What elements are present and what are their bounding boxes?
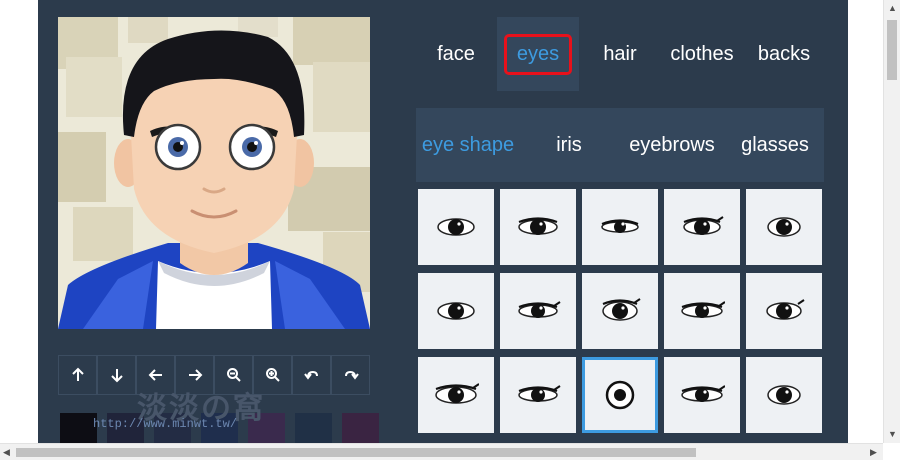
eye-shape-option[interactable]: [746, 273, 822, 349]
move-up-button[interactable]: [58, 355, 97, 395]
tab-clothes[interactable]: clothes: [661, 17, 743, 91]
arrow-down-icon: [110, 369, 123, 383]
subtab-eyebrows-label: eyebrows: [629, 133, 715, 156]
eye-shape-option[interactable]: [582, 357, 658, 433]
scroll-down-icon[interactable]: ▼: [888, 430, 897, 439]
eye-shape-icon: [767, 385, 801, 405]
subcategory-bar: eye shape iris eyebrows glasses: [416, 108, 824, 182]
eye-shape-option[interactable]: [418, 273, 494, 349]
eye-shape-option[interactable]: [664, 273, 740, 349]
arrow-left-icon: [148, 369, 162, 381]
eye-shape-option[interactable]: [418, 189, 494, 265]
eye-shape-option[interactable]: [500, 357, 576, 433]
tab-hair[interactable]: hair: [580, 17, 660, 91]
eye-shape-icon: [605, 380, 635, 410]
eye-shape-icon: [437, 218, 475, 236]
tab-eyes[interactable]: eyes: [497, 17, 579, 91]
tab-backs[interactable]: backs: [744, 17, 824, 91]
scroll-right-icon[interactable]: ▶: [870, 448, 877, 457]
eye-shape-option[interactable]: [582, 189, 658, 265]
eye-shape-icon: [601, 219, 639, 233]
arrow-right-icon: [188, 369, 202, 381]
color-swatch[interactable]: [295, 413, 332, 443]
scroll-up-icon[interactable]: ▲: [888, 4, 897, 13]
eye-shape-option[interactable]: [500, 273, 576, 349]
eye-shape-icon: [766, 299, 805, 320]
tab-clothes-label: clothes: [670, 42, 734, 65]
color-swatch[interactable]: [342, 413, 379, 443]
eye-shape-option[interactable]: [664, 189, 740, 265]
eye-shape-icon: [683, 216, 724, 235]
tab-eyes-label: eyes: [503, 33, 573, 75]
subtab-glasses-label: glasses: [741, 133, 809, 156]
subtab-iris[interactable]: iris: [520, 108, 618, 182]
color-swatch[interactable]: [60, 413, 97, 443]
eye-shape-icon: [435, 383, 479, 404]
horizontal-scrollbar[interactable]: ◀ ▶: [0, 443, 883, 460]
eye-shape-icon: [681, 301, 725, 318]
zoom-in-icon: [265, 368, 280, 382]
avatar-maker-app: 淡淡の窩 http://www.minwt.tw/ face eyes hair…: [38, 0, 848, 443]
eye-shape-option[interactable]: [664, 357, 740, 433]
tab-face[interactable]: face: [416, 17, 496, 91]
eye-shape-option[interactable]: [746, 357, 822, 433]
tab-backs-label: backs: [757, 42, 811, 65]
watermark: 淡淡の窩 http://www.minwt.tw/: [93, 383, 293, 443]
arrow-up-icon: [71, 367, 84, 381]
undo-button[interactable]: [292, 355, 331, 395]
redo-icon: [344, 370, 359, 380]
tab-face-label: face: [437, 42, 475, 65]
subtab-eye-shape-label: eye shape: [421, 133, 515, 156]
eye-shape-option[interactable]: [746, 189, 822, 265]
horizontal-scroll-thumb[interactable]: [16, 448, 696, 457]
subtab-eye-shape[interactable]: eye shape: [416, 108, 520, 182]
vertical-scrollbar[interactable]: ▲ ▼: [883, 0, 900, 443]
eye-shape-icon: [518, 301, 561, 318]
vertical-scroll-thumb[interactable]: [887, 20, 897, 80]
scroll-left-icon[interactable]: ◀: [3, 448, 10, 457]
eye-shape-option[interactable]: [582, 273, 658, 349]
zoom-out-icon: [226, 368, 241, 382]
eye-shape-icon: [518, 385, 561, 402]
subtab-glasses[interactable]: glasses: [726, 108, 824, 182]
avatar-preview: [58, 17, 370, 329]
undo-icon: [303, 370, 318, 380]
redo-button[interactable]: [331, 355, 370, 395]
eye-shape-icon: [767, 217, 801, 237]
eye-shape-icon: [518, 217, 558, 235]
eye-shape-icon: [602, 298, 641, 321]
subtab-eyebrows[interactable]: eyebrows: [618, 108, 726, 182]
eye-shape-icon: [437, 302, 475, 320]
watermark-url: http://www.minwt.tw/: [93, 417, 238, 431]
eye-shape-option[interactable]: [500, 189, 576, 265]
eye-shape-option[interactable]: [418, 357, 494, 433]
avatar-illustration: [58, 17, 370, 329]
tab-hair-label: hair: [603, 42, 637, 65]
eye-shape-icon: [681, 385, 725, 402]
subtab-iris-label: iris: [556, 133, 582, 156]
